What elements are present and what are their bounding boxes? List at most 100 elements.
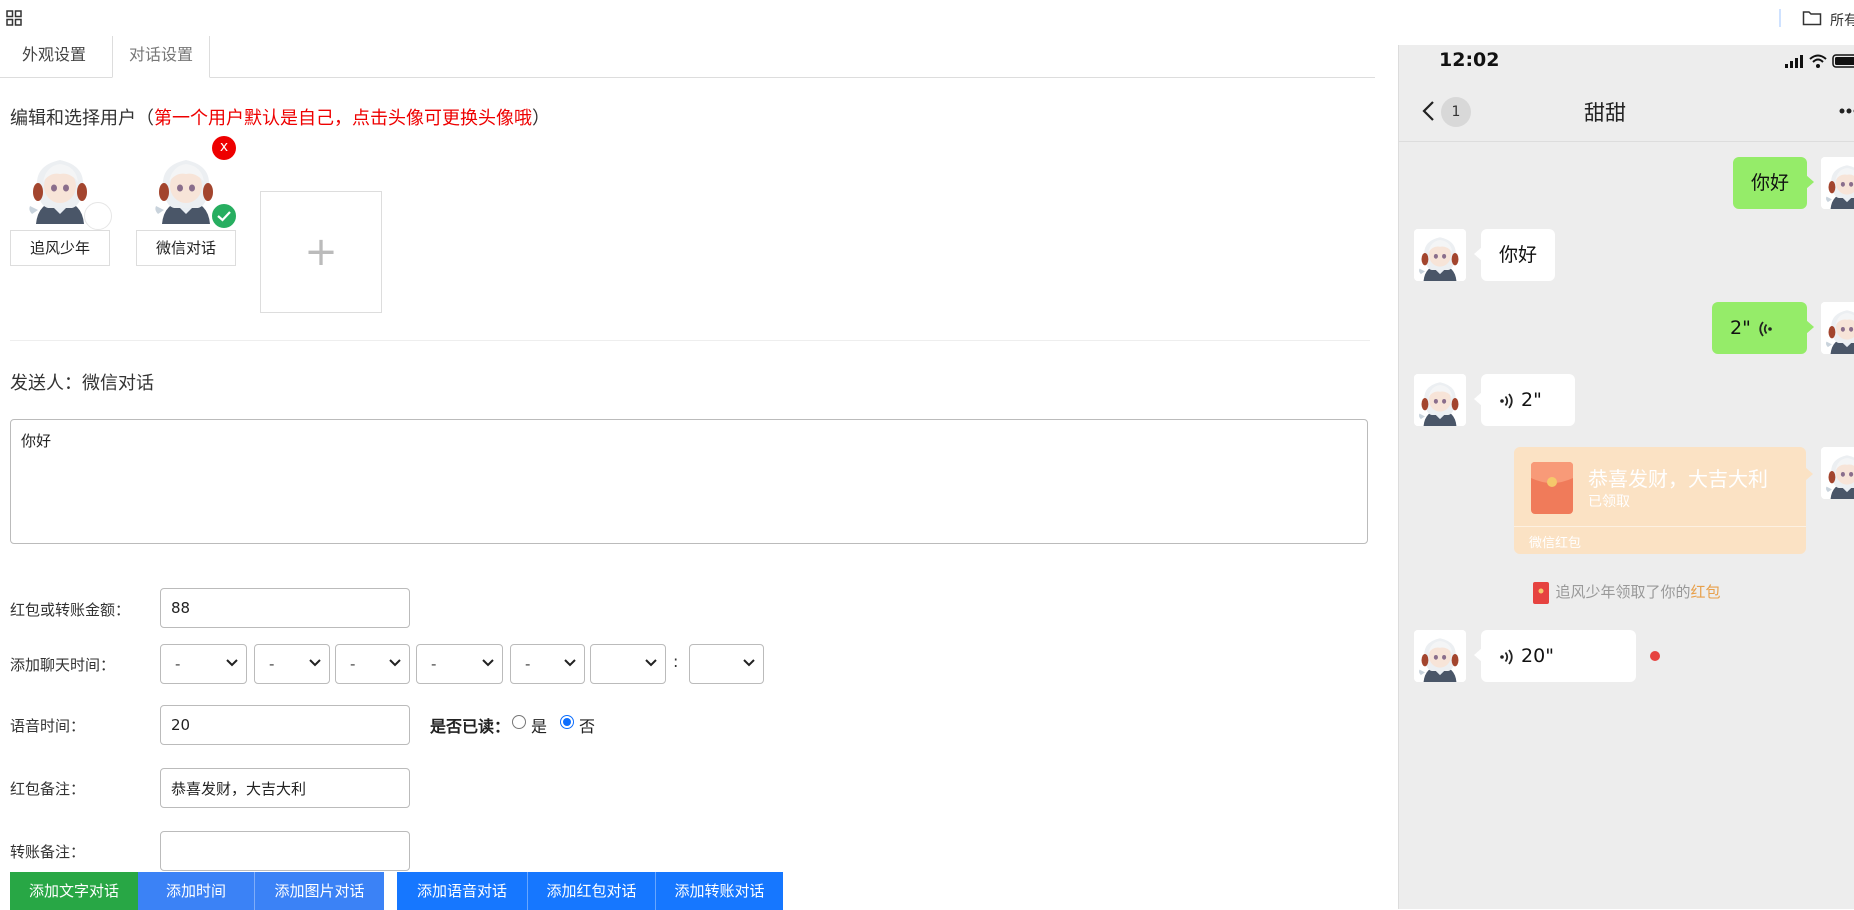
add-voice-dialog-button[interactable]: 添加语音对话 [397,872,527,910]
time-select-value: - [175,655,180,673]
tab-appearance-settings[interactable]: 外观设置 [6,36,102,78]
time-select-value: - [269,655,274,673]
chevron-down-icon [389,659,401,667]
voice-duration: 2" [1730,317,1751,339]
amount-label: 红包或转账金额： [10,599,130,620]
time-colon: : [673,652,678,671]
folder-icon[interactable] [1802,10,1822,26]
user-card-selected: x 微信对话 [136,148,236,266]
avatar-image [1414,630,1466,682]
small-redpacket-icon [1533,582,1549,604]
chat-message-other-voice[interactable]: 2" [1481,374,1575,426]
time-select-weekday[interactable]: - [416,644,503,684]
message-input[interactable]: 你好 [10,419,1368,544]
voice-time-input[interactable] [160,705,410,745]
time-select-day[interactable]: - [335,644,410,684]
voice-time-label: 语音时间： [10,715,85,736]
time-select-month[interactable]: - [254,644,330,684]
voice-duration: 2" [1521,389,1542,411]
read-yes-radio[interactable] [512,715,526,729]
avatar-image [1414,374,1466,426]
grid-menu-icon[interactable] [6,10,22,26]
chevron-down-icon [645,659,657,667]
sender-line: 发送人：微信对话 [10,369,154,395]
more-icon[interactable] [1839,108,1854,114]
add-image-dialog-button[interactable]: 添加图片对话 [254,872,384,910]
chat-time-label: 添加聊天时间： [10,654,115,675]
plus-icon: + [261,192,381,312]
chat-message-other-text[interactable]: 你好 [1481,229,1555,281]
avatar-image [1821,302,1854,354]
add-time-button[interactable]: 添加时间 [138,872,254,910]
user-name-selected[interactable]: 微信对话 [136,230,236,266]
users-title-suffix: ） [532,108,550,129]
is-read-label: 是否已读： [430,713,510,737]
voice-wave-icon [1757,320,1773,338]
editor-panel: 外观设置 对话设置 编辑和选择用户（第一个用户默认是自己，点击头像可更换头像哦）… [0,36,1400,909]
avatar-image [1414,229,1466,281]
amount-input[interactable] [160,588,410,628]
redpacket-divider [1514,526,1806,527]
select-user-checkbox[interactable] [84,202,112,230]
tab-dialog-settings[interactable]: 对话设置 [112,36,210,78]
user-avatar-self[interactable] [22,148,98,224]
chevron-down-icon [743,659,755,667]
avatar-image [1821,157,1854,209]
delete-user-button[interactable]: x [212,136,236,160]
read-no-label: 否 [579,713,595,737]
wifi-icon [1810,56,1826,69]
add-text-dialog-button[interactable]: 添加文字对话 [10,872,138,910]
add-user-button[interactable]: + [260,191,382,313]
redpacket-status: 已领取 [1588,491,1630,511]
chat-avatar-me[interactable] [1821,157,1854,209]
add-redpacket-dialog-button[interactable]: 添加红包对话 [527,872,655,910]
chat-avatar-other[interactable] [1414,630,1466,682]
signal-icon [1785,55,1803,68]
toolbar-divider [1779,9,1781,27]
read-no-radio[interactable] [560,715,574,729]
selected-check-icon[interactable] [210,202,238,230]
time-select-value: - [350,655,355,673]
chat-message-redpacket[interactable]: 恭喜发财，大吉大利 已领取 微信红包 [1514,447,1806,554]
chat-avatar-other[interactable] [1414,229,1466,281]
voice-duration: 20" [1521,645,1554,667]
chat-avatar-other[interactable] [1414,374,1466,426]
message-text: 你好 [1751,172,1789,194]
time-select-value: - [525,655,530,673]
redpacket-title: 恭喜发财，大吉大利 [1588,463,1768,492]
chat-message-other-voice[interactable]: 20" [1481,630,1636,682]
user-name-self[interactable]: 追风少年 [10,230,110,266]
sender-label: 发送人： [10,373,82,394]
system-notice-link[interactable]: 红包 [1691,583,1721,601]
battery-icon [1833,55,1854,67]
chat-avatar-me[interactable] [1821,447,1854,499]
transfer-note-label: 转账备注： [10,841,85,862]
system-notice: 追风少年领取了你的红包 [1399,581,1854,604]
settings-tabs: 外观设置 对话设置 [0,36,1375,78]
time-select-year[interactable]: - [160,644,247,684]
redpacket-note-input[interactable] [160,768,410,808]
sender-name: 微信对话 [82,373,154,394]
user-avatar-selected[interactable]: x [148,148,224,224]
section-divider [10,340,1370,341]
time-select-period[interactable]: - [510,644,585,684]
chat-message-me-voice[interactable]: 2" [1712,302,1807,354]
users-section-title: 编辑和选择用户（第一个用户默认是自己，点击头像可更换头像哦） [10,104,550,130]
add-transfer-dialog-button[interactable]: 添加转账对话 [655,872,783,910]
transfer-note-input[interactable] [160,831,410,871]
time-select-hour[interactable] [590,644,666,684]
bookmarks-folder-label[interactable]: 所有 [1830,10,1854,30]
voice-wave-icon [1499,648,1515,666]
chevron-down-icon [309,659,321,667]
check-icon [212,204,236,228]
status-icons [1785,53,1854,69]
chat-avatar-me[interactable] [1821,302,1854,354]
redpacket-icon [1531,462,1573,514]
top-toolbar: 所有 [0,0,1854,36]
chat-header: 1 甜甜 [1399,80,1854,142]
redpacket-note-label: 红包备注： [10,778,85,799]
read-yes-label: 是 [531,713,547,737]
time-select-minute[interactable] [689,644,764,684]
chat-message-me-text[interactable]: 你好 [1733,157,1807,209]
chevron-down-icon [564,659,576,667]
